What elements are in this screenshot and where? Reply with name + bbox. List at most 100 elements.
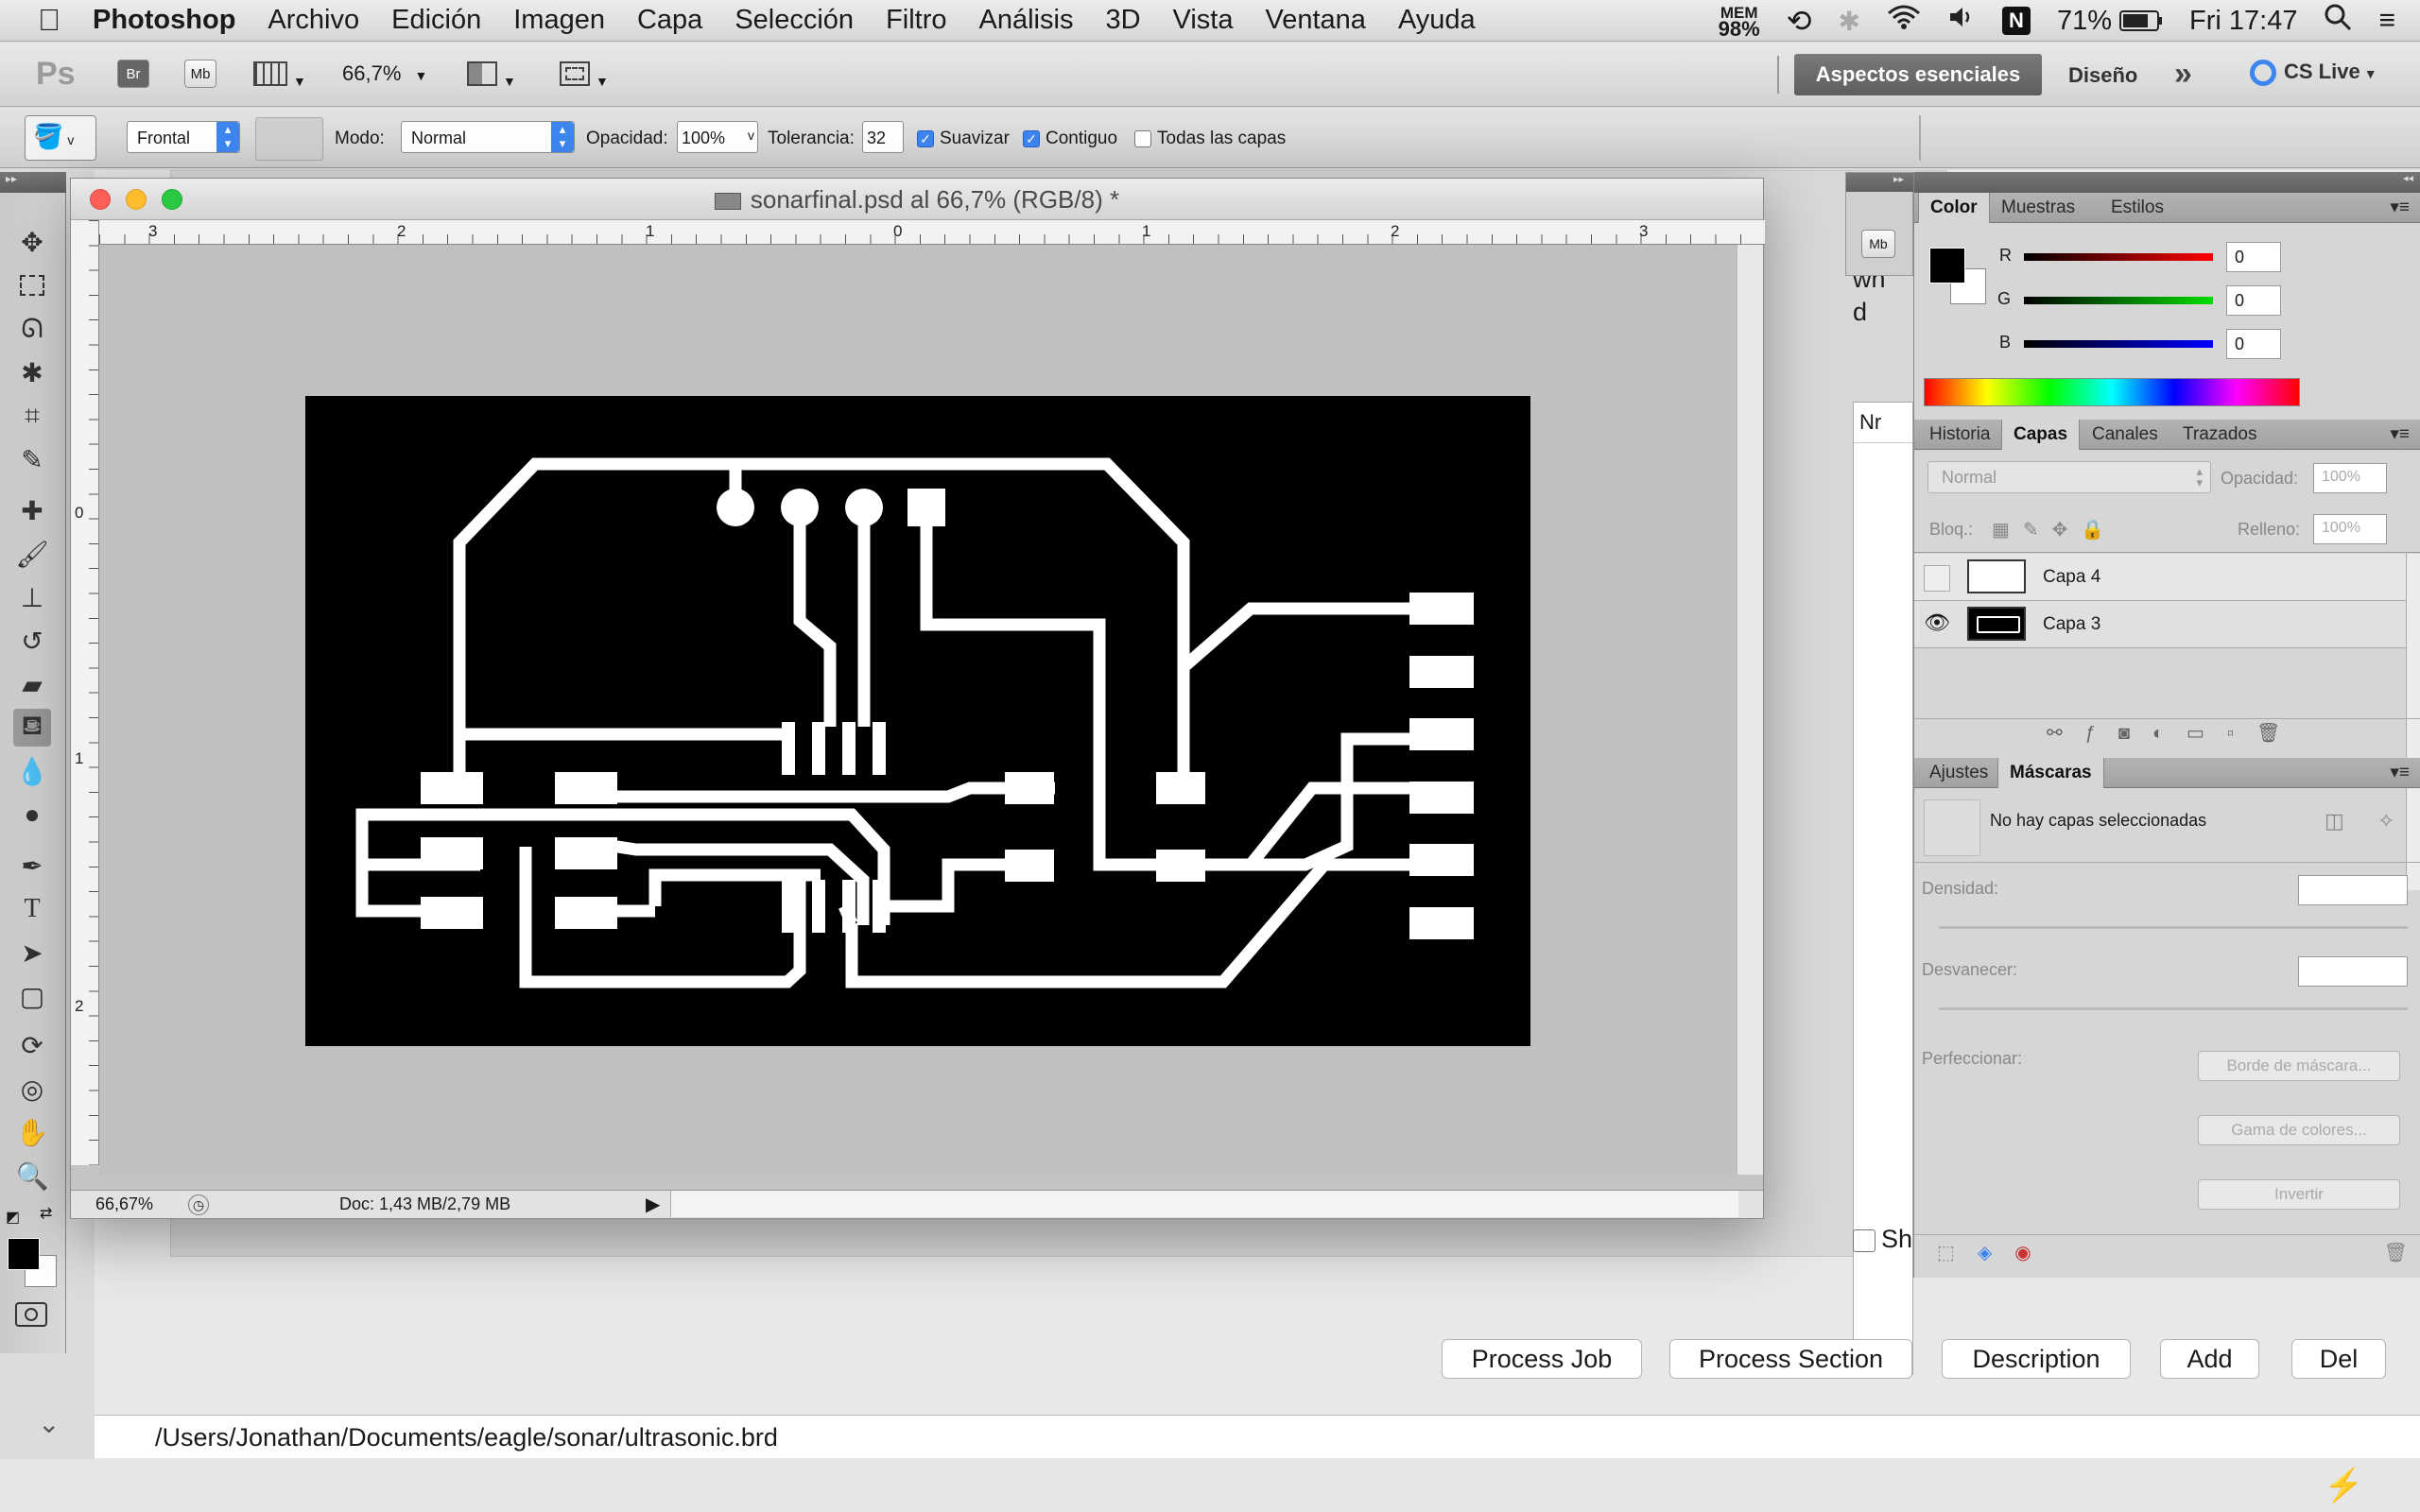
panel-menu-icon[interactable]: ▾≡ (2378, 420, 2420, 450)
vertical-scrollbar[interactable] (1737, 245, 1763, 1175)
status-menu-arrow-icon[interactable]: ▶ (646, 1193, 660, 1216)
layer-row[interactable]: 👁 Capa 3 (1914, 601, 2406, 648)
menu-app-name[interactable]: Photoshop (77, 5, 251, 36)
type-tool-icon[interactable]: T (13, 890, 51, 928)
zoom-field[interactable]: 66,67% (95, 1194, 153, 1214)
delete-mask-icon[interactable]: 🗑 (2384, 1241, 2408, 1264)
process-section-button[interactable]: Process Section (1669, 1339, 1912, 1379)
spotlight-search-icon[interactable] (2324, 3, 2352, 39)
r-slider[interactable] (2024, 253, 2213, 261)
contiguous-checkbox[interactable]: ✓ Contiguo (1023, 129, 1117, 149)
volume-icon[interactable] (1947, 4, 1976, 38)
quick-mask-icon[interactable] (15, 1302, 47, 1327)
feather-input[interactable] (2298, 956, 2408, 987)
pen-tool-icon[interactable]: ✒ (13, 847, 51, 885)
apply-mask-icon[interactable]: ◈ (1978, 1243, 1992, 1263)
blur-tool-icon[interactable]: 💧 (13, 752, 51, 790)
workspace-essentials-button[interactable]: Aspectos esenciales (1794, 54, 2042, 95)
mask-edge-button[interactable]: Borde de máscara... (2198, 1051, 2400, 1081)
crop-tool-icon[interactable]: ⌗ (13, 397, 51, 435)
bluetooth-icon[interactable]: ✱ (1839, 6, 1860, 37)
close-window-button[interactable] (90, 189, 111, 210)
swap-colors-icon[interactable]: ⇄ (40, 1204, 52, 1223)
minimize-window-button[interactable] (126, 189, 147, 210)
tab-history[interactable]: Historia (1918, 420, 2001, 450)
g-slider[interactable] (2024, 297, 2213, 304)
feather-slider[interactable] (1939, 1007, 2408, 1010)
disable-mask-icon[interactable]: ◉ (2014, 1243, 2031, 1263)
battery-status[interactable]: 71% (2057, 6, 2163, 37)
mini-bridge-panel-button[interactable]: Mb (1861, 230, 1895, 258)
tab-color[interactable]: Color (1918, 193, 1990, 223)
tab-channels[interactable]: Canales (2081, 420, 2169, 450)
fill-source-dropdown[interactable]: Frontal ▴ ▾ (127, 121, 240, 153)
menu-edicion[interactable]: Edición (375, 5, 497, 36)
layers-footer-icons[interactable]: ⚯ƒ◙◐▭▫🗑 (1914, 718, 2420, 747)
tab-styles[interactable]: Estilos (2100, 193, 2175, 223)
mini-bridge-button[interactable]: Mb (184, 60, 216, 88)
apple-icon[interactable]:  (0, 3, 77, 38)
tab-adjustments[interactable]: Ajustes (1918, 758, 1999, 788)
tab-masks[interactable]: Máscaras (1997, 758, 2104, 788)
menu-filtro[interactable]: Filtro (870, 5, 962, 36)
smooth-checkbox[interactable]: ✓ Suavizar (917, 129, 1010, 149)
collapse-arrows-icon[interactable]: ▸▸ (0, 172, 66, 193)
panel-menu-icon[interactable]: ▾≡ (2378, 193, 2420, 223)
time-machine-icon[interactable]: ⟲ (1787, 3, 1812, 39)
workspace-design-button[interactable]: Diseño (2068, 63, 2137, 88)
timing-icon[interactable]: ◷ (188, 1194, 209, 1215)
background-checkbox[interactable]: Sh (1853, 1225, 1912, 1254)
3d-orbit-tool-icon[interactable]: ◎ (13, 1070, 51, 1108)
process-job-button[interactable]: Process Job (1442, 1339, 1642, 1379)
opacity-input[interactable]: 100% v (677, 121, 758, 153)
b-slider[interactable] (2024, 340, 2213, 348)
collapse-arrows-icon[interactable]: ▸▸ (1846, 173, 1914, 192)
density-slider[interactable] (1939, 926, 2408, 929)
color-spectrum-ramp[interactable] (1924, 378, 2300, 406)
tolerance-input[interactable]: 32 (862, 121, 904, 153)
add-pixel-mask-icon[interactable]: ◫ (2325, 809, 2344, 833)
panel-menu-icon[interactable]: ▾≡ (2378, 758, 2420, 788)
clone-stamp-tool-icon[interactable]: ⊥ (13, 578, 51, 616)
eraser-tool-icon[interactable]: ▰ (13, 665, 51, 703)
add-button[interactable]: Add (2160, 1339, 2259, 1379)
horizontal-ruler[interactable]: 3 2 1 0 1 2 3 (99, 220, 1765, 245)
lasso-tool-icon[interactable]: ᘏ (13, 310, 51, 348)
3d-rotate-tool-icon[interactable]: ⟳ (13, 1026, 51, 1064)
del-button[interactable]: Del (2291, 1339, 2386, 1379)
history-brush-tool-icon[interactable]: ↺ (13, 622, 51, 660)
g-input[interactable]: 0 (2226, 285, 2281, 316)
menu-vista[interactable]: Vista (1157, 5, 1250, 36)
tab-paths[interactable]: Trazados (2171, 420, 2269, 450)
paint-bucket-tool-icon[interactable]: ⛾ (13, 709, 51, 747)
color-range-button[interactable]: Gama de colores... (2198, 1115, 2400, 1145)
eyedropper-tool-icon[interactable]: ✎ (13, 440, 51, 478)
color-panel-foreground-swatch[interactable] (1929, 248, 1965, 284)
foreground-color-swatch[interactable] (8, 1238, 40, 1270)
layer-row[interactable]: Capa 4 (1914, 554, 2406, 601)
menu-capa[interactable]: Capa (621, 5, 718, 36)
collapse-arrows-icon[interactable]: ◂◂ (1914, 172, 2420, 193)
invert-button[interactable]: Invertir (2198, 1179, 2400, 1210)
pcb-image[interactable] (305, 396, 1530, 1046)
app-n-icon[interactable]: N (2001, 7, 2031, 35)
add-vector-mask-icon[interactable]: ✧ (2377, 809, 2394, 833)
canvas-area[interactable] (99, 245, 1737, 1175)
tool-preset-picker[interactable]: 🪣 v (25, 115, 96, 161)
blend-mode-dropdown[interactable]: Normal ▴ ▾ (1927, 461, 2211, 493)
fill-input[interactable]: 100% (2313, 514, 2387, 544)
eye-icon[interactable]: 👁 (1924, 610, 1950, 637)
tab-layers[interactable]: Capas (2001, 420, 2081, 450)
marquee-tool-icon[interactable] (13, 266, 51, 304)
clock[interactable]: Fri 17:47 (2189, 6, 2297, 37)
screen-mode-dropdown[interactable]: ▼ (560, 61, 616, 89)
b-input[interactable]: 0 (2226, 329, 2281, 359)
move-tool-icon[interactable]: ✥ (13, 223, 51, 261)
quick-selection-tool-icon[interactable]: ✱ (13, 353, 51, 391)
load-selection-icon[interactable]: ⬚ (1937, 1243, 1955, 1263)
default-colors-icon[interactable]: ◩ (6, 1208, 20, 1227)
menu-imagen[interactable]: Imagen (497, 5, 621, 36)
zoom-window-button[interactable] (162, 189, 182, 210)
expand-dock-icon[interactable]: ⌄ (38, 1408, 60, 1439)
zoom-dropdown[interactable]: 66,7% ▼ (342, 61, 427, 86)
